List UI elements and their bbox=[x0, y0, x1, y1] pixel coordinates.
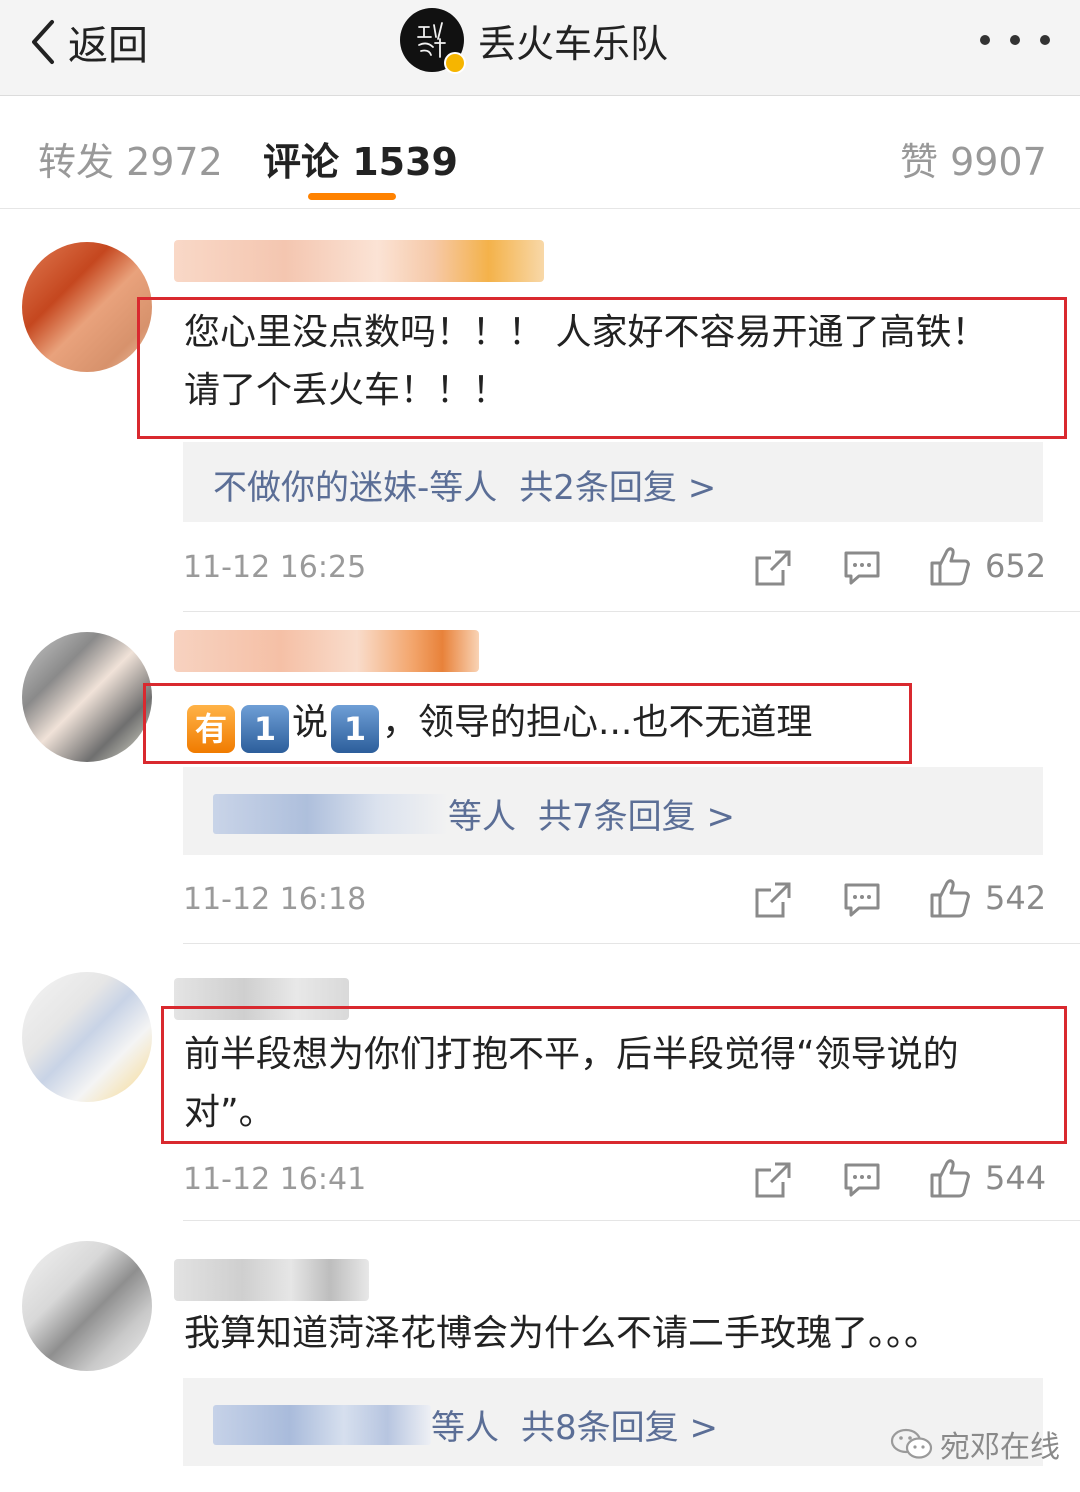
more-dots-icon bbox=[1010, 35, 1020, 45]
band-logo-avatar[interactable] bbox=[400, 8, 466, 74]
like-count: 544 bbox=[985, 1159, 1047, 1197]
back-button[interactable]: 返回 bbox=[28, 14, 148, 70]
avatar[interactable] bbox=[22, 632, 152, 762]
comment-text-line: 对”。 bbox=[184, 1092, 275, 1133]
reply-author-suffix: 等人 bbox=[431, 1408, 499, 1448]
like-button[interactable]: 542 bbox=[929, 876, 1046, 920]
reply-author-suffix: 等人 bbox=[448, 797, 516, 837]
comment-text: 有 1 说 1 ，领导的担心...也不无道理 bbox=[184, 694, 1044, 753]
comment-item: 有 1 说 1 ，领导的担心...也不无道理 等人 共7条回复 > 11-12 16:1… bbox=[0, 612, 1080, 944]
reply-author[interactable]: 不做你的迷妹-等人 bbox=[213, 460, 497, 509]
comment-text-line: 请了个丢火车！！！ bbox=[184, 370, 509, 411]
reply-preview[interactable]: 不做你的迷妹-等人 共2条回复 > bbox=[183, 442, 1043, 522]
username-redacted[interactable] bbox=[174, 630, 479, 672]
verified-badge-icon bbox=[444, 52, 466, 74]
more-dots-icon bbox=[1040, 35, 1050, 45]
like-button[interactable]: 544 bbox=[929, 1156, 1046, 1200]
comment-icon[interactable] bbox=[843, 550, 881, 586]
page-title: 丢火车乐队 bbox=[478, 21, 669, 66]
avatar[interactable] bbox=[22, 972, 152, 1102]
tab-like[interactable]: 赞 9907 bbox=[900, 131, 1047, 186]
navigation-bar: 返回 丢火车乐队 bbox=[0, 0, 1080, 96]
tab-bar: 转发 2972 评论 1539 赞 9907 bbox=[0, 97, 1080, 209]
more-dots-icon bbox=[980, 35, 990, 45]
reply-count-link[interactable]: 共2条回复 > bbox=[519, 460, 716, 509]
reply-count-link[interactable]: 共8条回复 > bbox=[521, 1400, 718, 1449]
share-icon[interactable] bbox=[753, 1160, 793, 1200]
tab-repost[interactable]: 转发 2972 bbox=[38, 131, 223, 186]
comment-icon[interactable] bbox=[843, 1162, 881, 1198]
comment-meta: 11-12 16:41 544 bbox=[183, 1159, 1046, 1208]
avatar[interactable] bbox=[22, 1241, 152, 1371]
comment-meta: 11-12 16:18 542 bbox=[183, 879, 1046, 928]
comment-text-segment: ，领导的担心...也不无道理 bbox=[382, 702, 813, 743]
more-options-button[interactable] bbox=[980, 28, 1050, 52]
timestamp: 11-12 16:25 bbox=[183, 550, 367, 585]
profile-header[interactable]: 丢火车乐队 bbox=[400, 8, 669, 74]
comment-text: 您心里没点数吗！！！ 人家好不容易开通了高铁！ 请了个丢火车！！！ bbox=[184, 304, 1044, 420]
comment-item: 前半段想为你们打抱不平，后半段觉得“领导说的 对”。 11-12 16:41 5… bbox=[0, 944, 1080, 1221]
share-icon[interactable] bbox=[753, 880, 793, 920]
comment-item: 您心里没点数吗！！！ 人家好不容易开通了高铁！ 请了个丢火车！！！ 不做你的迷妹… bbox=[0, 210, 1080, 612]
username-redacted[interactable] bbox=[174, 240, 544, 282]
comment-text: 前半段想为你们打抱不平，后半段觉得“领导说的 对”。 bbox=[184, 1026, 1044, 1142]
active-tab-indicator bbox=[308, 193, 396, 200]
like-button[interactable]: 652 bbox=[929, 544, 1046, 588]
like-count: 542 bbox=[985, 879, 1047, 917]
like-count: 652 bbox=[985, 547, 1047, 585]
thumbs-up-icon bbox=[930, 547, 970, 586]
comment-text-line: 前半段想为你们打抱不平，后半段觉得“领导说的 bbox=[184, 1034, 959, 1075]
reply-preview[interactable]: 等人 共7条回复 > bbox=[183, 767, 1043, 855]
reply-count-link[interactable]: 共7条回复 > bbox=[538, 789, 735, 838]
timestamp: 11-12 16:41 bbox=[183, 1162, 367, 1197]
emoji-you-badge: 有 bbox=[187, 705, 235, 753]
watermark: 宛邓在线 bbox=[890, 1422, 1060, 1466]
thumbs-up-icon bbox=[930, 879, 970, 918]
avatar[interactable] bbox=[22, 242, 152, 372]
emoji-one-badge: 1 bbox=[331, 705, 380, 753]
wechat-icon bbox=[890, 1428, 933, 1459]
emoji-one-badge: 1 bbox=[241, 705, 289, 753]
timestamp: 11-12 16:18 bbox=[183, 882, 367, 917]
thumbs-up-icon bbox=[930, 1159, 970, 1198]
watermark-text: 宛邓在线 bbox=[940, 1430, 1060, 1465]
reply-author-redacted[interactable] bbox=[213, 793, 448, 834]
comment-text: 我算知道菏泽花博会为什么不请二手玫瑰了。。。 bbox=[184, 1305, 1044, 1363]
username-redacted[interactable] bbox=[174, 1259, 369, 1301]
share-icon[interactable] bbox=[753, 548, 793, 588]
chevron-left-icon bbox=[32, 20, 54, 64]
tab-comment[interactable]: 评论 1539 bbox=[263, 131, 458, 186]
comment-text-line: 您心里没点数吗！！！ 人家好不容易开通了高铁！ bbox=[184, 312, 988, 353]
comment-icon[interactable] bbox=[843, 882, 881, 918]
reply-author-redacted[interactable] bbox=[213, 1404, 431, 1445]
comment-meta: 11-12 16:25 652 bbox=[183, 547, 1046, 596]
back-label: 返回 bbox=[68, 23, 148, 69]
comment-text-segment: 说 bbox=[292, 702, 329, 743]
comment-text-line: 我算知道菏泽花博会为什么不请二手玫瑰了。。。 bbox=[184, 1313, 941, 1354]
